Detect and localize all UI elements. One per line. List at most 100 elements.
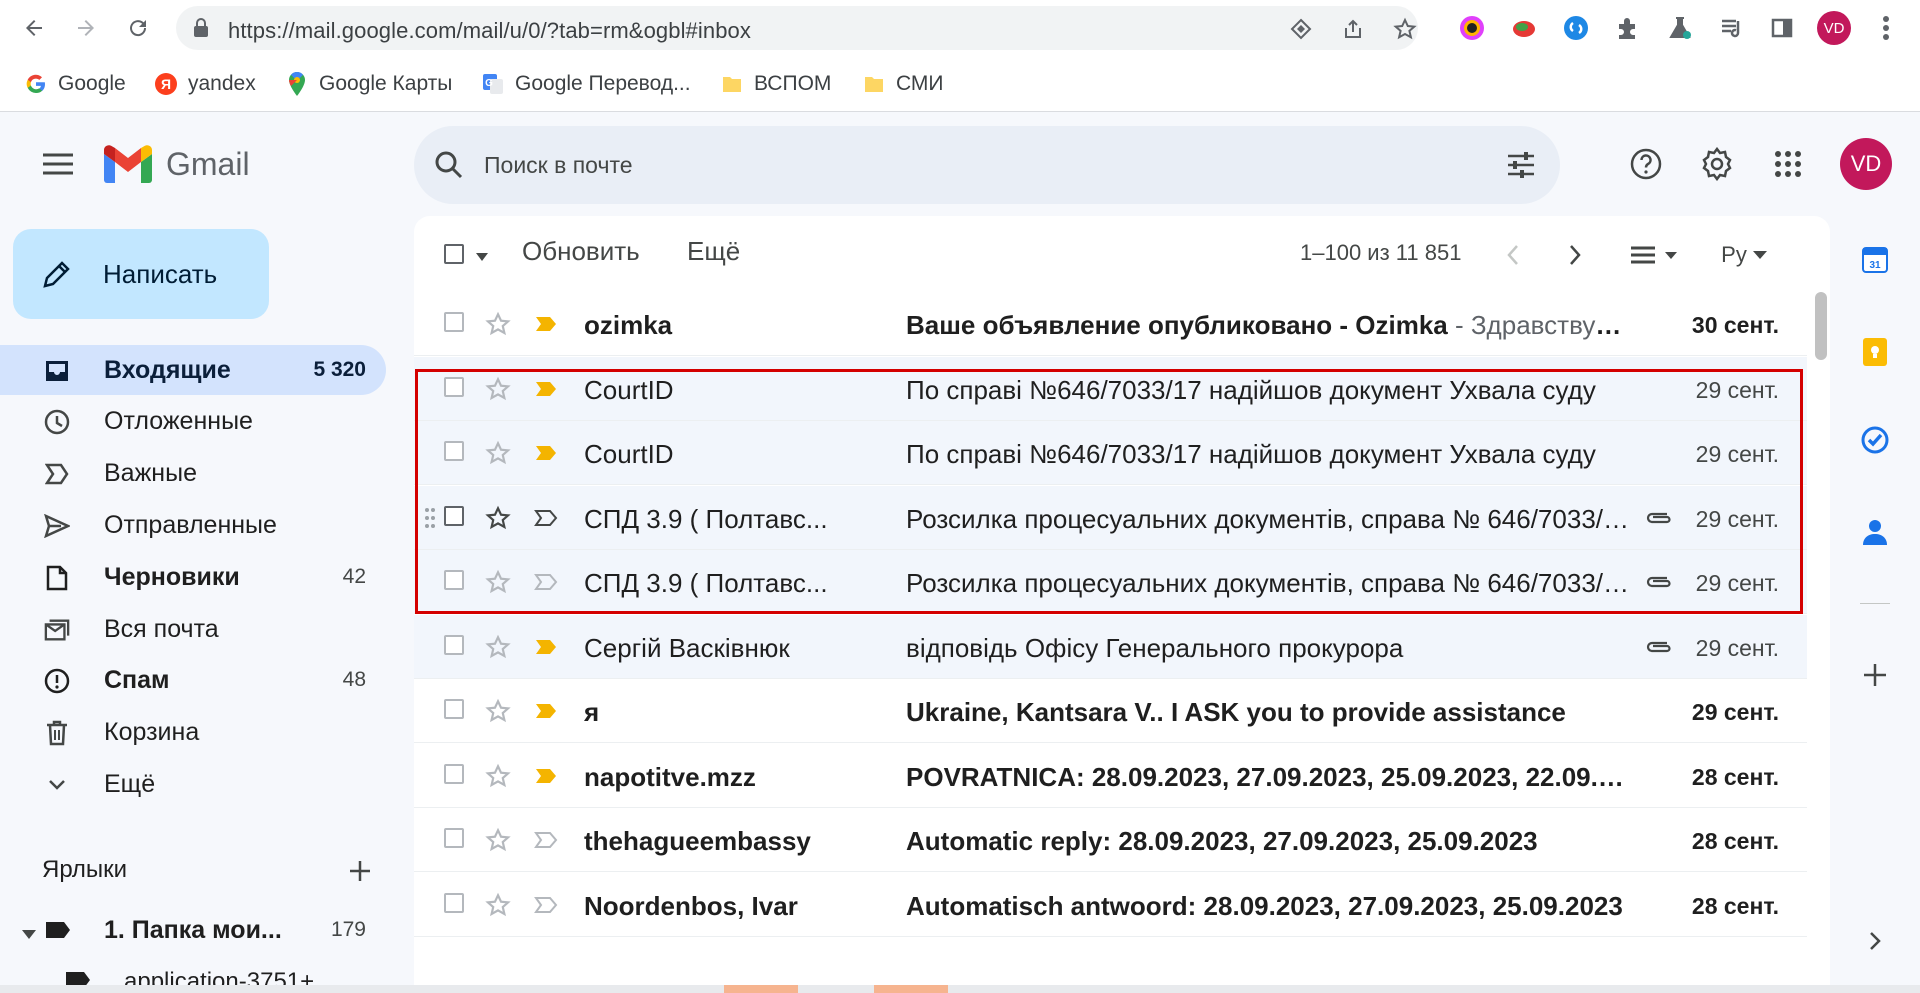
calendar-icon[interactable]: 31 xyxy=(1858,243,1892,277)
star-icon[interactable] xyxy=(484,762,512,790)
list-scrollbar-thumb[interactable] xyxy=(1815,292,1827,360)
row-checkbox[interactable] xyxy=(444,763,464,784)
input-tools-menu[interactable]: Ру xyxy=(1714,238,1774,272)
star-icon[interactable] xyxy=(484,310,512,338)
row-checkbox[interactable] xyxy=(444,634,464,655)
important-marker-icon[interactable] xyxy=(532,635,560,659)
important-marker-icon[interactable] xyxy=(532,312,560,336)
important-marker-icon[interactable] xyxy=(532,828,560,852)
newer-page-icon[interactable] xyxy=(1496,238,1530,272)
search-options-icon[interactable] xyxy=(1506,150,1536,185)
star-icon[interactable] xyxy=(484,504,512,532)
important-marker-icon[interactable] xyxy=(532,506,560,530)
email-row[interactable]: napotitve.mzz POVRATNICA: 28.09.2023, 27.… xyxy=(414,743,1807,808)
search-bar[interactable]: Поиск в почте xyxy=(414,126,1560,204)
email-row[interactable]: Noordenbos, Ivar Automatisch antwoord: 28… xyxy=(414,872,1807,937)
bookmark-google-maps[interactable]: Google Карты xyxy=(285,68,452,100)
label-item-folder[interactable]: 1. Папка мои... 179 xyxy=(0,908,386,954)
important-marker-icon[interactable] xyxy=(532,764,560,788)
browser-menu-icon[interactable] xyxy=(1870,12,1902,44)
drag-handle-icon[interactable] xyxy=(422,504,438,532)
email-row[interactable]: ozimka Ваше объявление опубликовано - Ozi… xyxy=(414,292,1807,356)
email-row[interactable]: СПД 3.9 ( Полтавс... Розсилка процесуальн… xyxy=(414,550,1807,614)
email-row[interactable]: СПД 3.9 ( Полтавс... Розсилка процесуальн… xyxy=(414,485,1807,550)
sidebar-item-sent[interactable]: Отправленные xyxy=(0,500,386,550)
row-checkbox[interactable] xyxy=(444,312,464,332)
star-icon[interactable] xyxy=(484,568,512,596)
sidebar-item-inbox[interactable]: Входящие 5 320 xyxy=(0,345,386,395)
contacts-icon[interactable] xyxy=(1858,515,1892,549)
address-bar[interactable]: https://mail.google.com/mail/u/0/?tab=rm… xyxy=(176,6,1418,50)
compose-button[interactable]: Написать xyxy=(13,229,269,319)
star-icon[interactable] xyxy=(484,375,512,403)
important-marker-icon[interactable] xyxy=(532,893,560,917)
important-marker-icon[interactable] xyxy=(532,377,560,401)
bookmark-folder-smi[interactable]: СМИ xyxy=(862,68,944,100)
older-page-icon[interactable] xyxy=(1558,238,1592,272)
browser-profile-avatar[interactable]: VD xyxy=(1817,11,1851,45)
extension-bug-icon[interactable] xyxy=(1508,12,1540,44)
account-avatar[interactable]: VD xyxy=(1840,138,1892,190)
sidebar-item-snoozed[interactable]: Отложенные xyxy=(0,396,386,446)
help-icon[interactable] xyxy=(1624,142,1668,186)
media-queue-icon[interactable] xyxy=(1716,12,1748,44)
row-checkbox[interactable] xyxy=(444,441,464,461)
bookmark-folder-vspom[interactable]: ВСПОМ xyxy=(720,68,831,100)
row-checkbox[interactable] xyxy=(444,828,464,848)
settings-gear-icon[interactable] xyxy=(1695,142,1739,186)
get-addons-plus-icon[interactable] xyxy=(1858,658,1892,692)
bookmark-google[interactable]: Google xyxy=(24,68,126,100)
main-menu-icon[interactable] xyxy=(36,142,80,186)
select-all-checkbox[interactable] xyxy=(444,244,464,264)
back-icon[interactable] xyxy=(16,10,52,46)
bookmark-star-icon[interactable] xyxy=(1392,16,1418,42)
sidebar-item-important[interactable]: Важные xyxy=(0,448,386,498)
row-checkbox[interactable] xyxy=(444,505,464,526)
star-icon[interactable] xyxy=(484,439,512,467)
sidebar-item-more[interactable]: Ещё xyxy=(0,759,386,809)
side-panel-icon[interactable] xyxy=(1766,12,1798,44)
add-label-icon[interactable] xyxy=(345,856,375,886)
search-input[interactable]: Поиск в почте xyxy=(484,152,633,179)
sidebar-item-spam[interactable]: Спам 48 xyxy=(0,655,386,705)
search-icon[interactable] xyxy=(434,150,464,185)
important-marker-icon[interactable] xyxy=(532,441,560,465)
star-icon[interactable] xyxy=(484,697,512,725)
bookmark-google-translate[interactable]: G Google Перевод... xyxy=(481,68,691,100)
email-row[interactable]: CourtID По справі №646/7033/17 надійшов д… xyxy=(414,421,1807,485)
show-side-panel-chevron-icon[interactable] xyxy=(1858,924,1892,958)
sidebar-item-trash[interactable]: Корзина xyxy=(0,707,386,757)
email-row[interactable]: я Ukraine, Kantsara V.. I ASK you to prov… xyxy=(414,679,1807,743)
gmail-logo[interactable]: Gmail xyxy=(104,145,250,183)
select-menu-caret-icon[interactable] xyxy=(476,248,488,266)
sidebar-item-drafts[interactable]: Черновики 42 xyxy=(0,552,386,602)
email-row[interactable]: CourtID По справі №646/7033/17 надійшов д… xyxy=(414,356,1807,421)
email-row[interactable]: Сергій Васківнюк відповідь Офісу Генераль… xyxy=(414,614,1807,679)
keep-notes-icon[interactable] xyxy=(1858,335,1892,369)
star-icon[interactable] xyxy=(484,826,512,854)
row-checkbox[interactable] xyxy=(444,376,464,397)
extension-shazam-icon[interactable] xyxy=(1560,12,1592,44)
bookmark-yandex[interactable]: Я yandex xyxy=(154,68,256,100)
important-marker-icon[interactable] xyxy=(532,570,560,594)
row-checkbox[interactable] xyxy=(444,699,464,719)
install-app-icon[interactable] xyxy=(1288,16,1314,42)
tasks-icon[interactable] xyxy=(1858,423,1892,457)
important-marker-icon[interactable] xyxy=(532,699,560,723)
forward-icon[interactable] xyxy=(68,10,104,46)
extension-color-icon[interactable] xyxy=(1456,12,1488,44)
lab-flask-icon[interactable] xyxy=(1664,12,1696,44)
apps-grid-icon[interactable] xyxy=(1766,142,1810,186)
caret-down-icon[interactable] xyxy=(22,926,36,944)
extensions-puzzle-icon[interactable] xyxy=(1612,12,1644,44)
star-icon[interactable] xyxy=(484,891,512,919)
row-checkbox[interactable] xyxy=(444,892,464,913)
star-icon[interactable] xyxy=(484,633,512,661)
email-row[interactable]: thehagueembassy Automatic reply: 28.09.20… xyxy=(414,808,1807,872)
refresh-button[interactable]: Обновить xyxy=(522,236,640,267)
reload-icon[interactable] xyxy=(120,10,156,46)
row-checkbox[interactable] xyxy=(444,570,464,590)
sidebar-item-all-mail[interactable]: Вся почта xyxy=(0,604,386,654)
more-actions-button[interactable]: Ещё xyxy=(687,236,740,267)
density-toggle-icon[interactable] xyxy=(1624,238,1684,272)
